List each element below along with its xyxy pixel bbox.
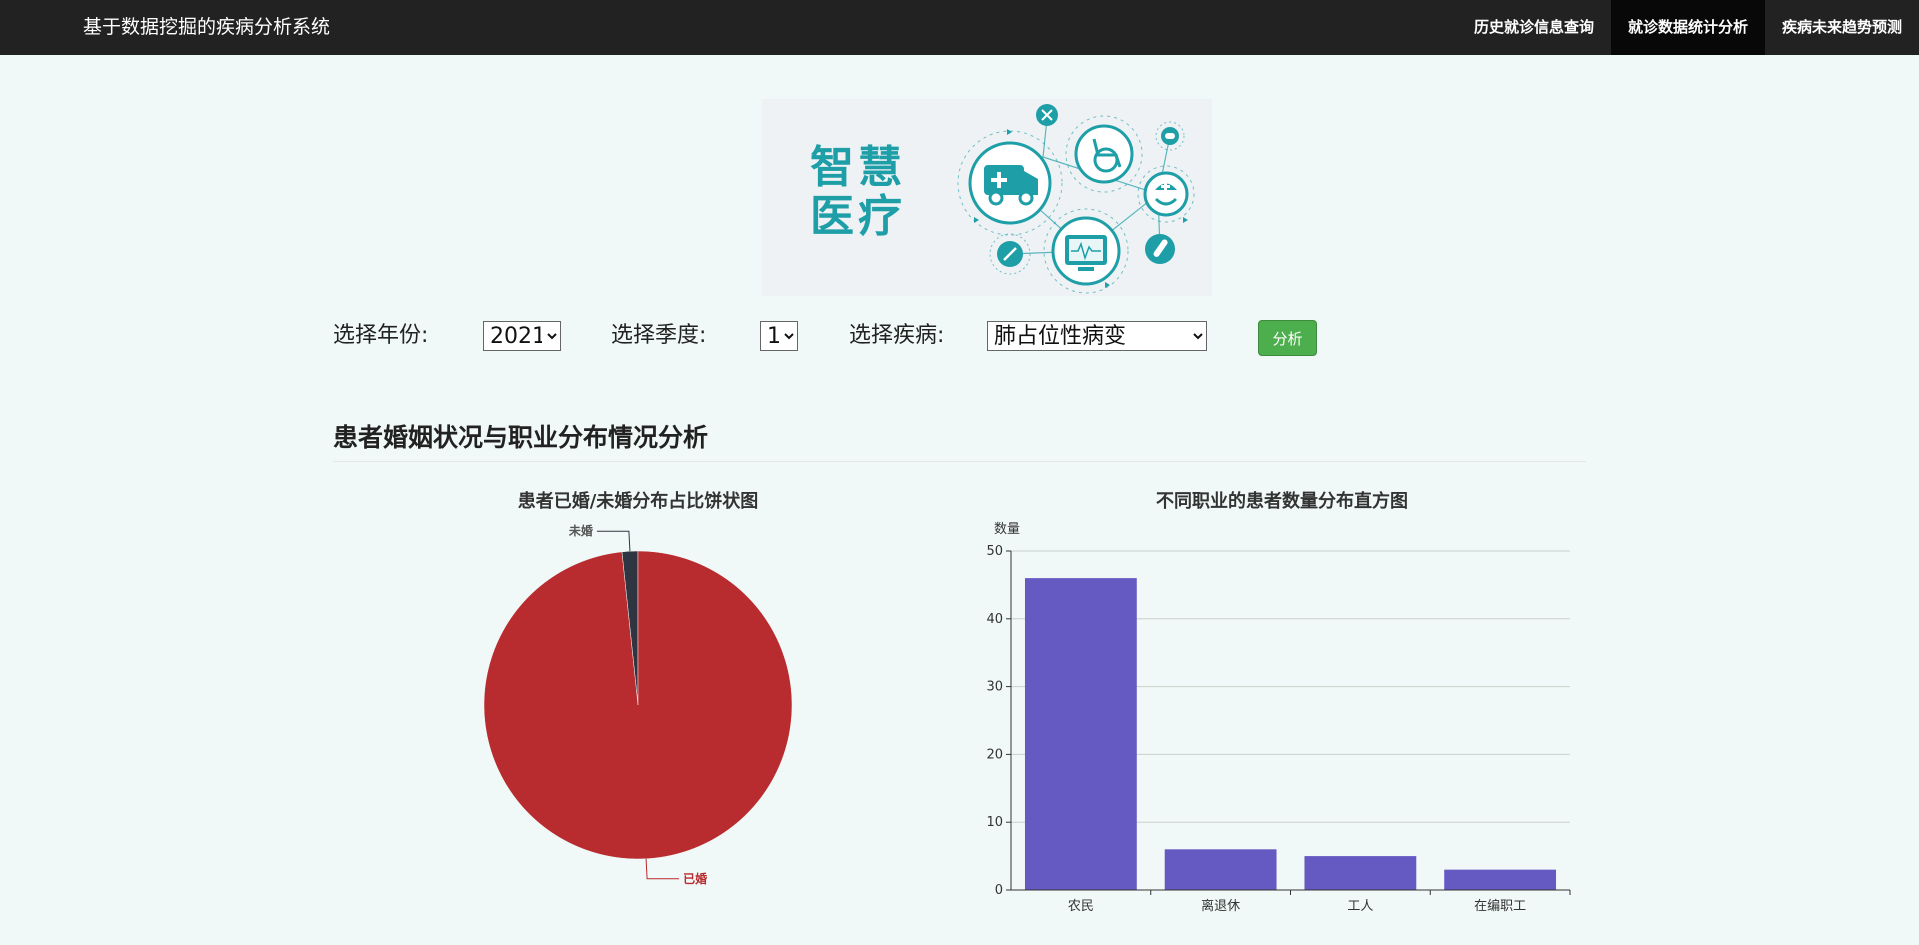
section-divider: [333, 461, 1586, 462]
marital-status-pie-chart: 患者已婚/未婚分布占比饼状图 未婚已婚: [483, 490, 793, 886]
quarter-label: 选择季度:: [611, 323, 707, 348]
section-title: 患者婚姻状况与职业分布情况分析: [333, 423, 709, 452]
pie-leader-line-0: [596, 530, 631, 552]
pie-slice-1[interactable]: [483, 550, 793, 860]
bar-y-tick-label-1: 10: [986, 815, 1003, 830]
nav-statistics-analysis[interactable]: 就诊数据统计分析: [1610, 0, 1765, 55]
bar-3[interactable]: [1444, 869, 1557, 890]
pie-leader-line-1: [645, 858, 680, 880]
bar-2[interactable]: [1304, 856, 1417, 890]
bar-0[interactable]: [1024, 578, 1137, 890]
pie-label-1: 已婚: [683, 871, 707, 886]
nav-history-query[interactable]: 历史就诊信息查询: [1457, 0, 1611, 55]
disease-select[interactable]: 肺占位性病变: [987, 321, 1207, 351]
test-tube-icon: [1145, 234, 1175, 264]
bar-1[interactable]: [1164, 849, 1277, 890]
banner-text-line2: 医疗: [810, 191, 906, 242]
disease-label: 选择疾病:: [849, 323, 945, 348]
bar-y-tick-label-2: 20: [986, 747, 1003, 762]
occupation-bar-chart: 不同职业的患者数量分布直方图 数量 0 10 20 30 40 50 农民 离退休 工人 在编职工: [986, 490, 1571, 914]
app-title[interactable]: 基于数据挖掘的疾病分析系统: [83, 0, 330, 55]
bar-x-tick-label-2: 工人: [1347, 899, 1373, 914]
wheelchair-icon: [1065, 115, 1143, 193]
ambulance-icon: [957, 130, 1063, 236]
pill-icon: [1155, 121, 1185, 151]
bar-y-axis-label: 数量: [994, 522, 1020, 537]
smart-medical-banner: 智慧 医疗: [762, 99, 1212, 296]
bar-y-tick-label-0: 0: [995, 883, 1003, 898]
banner-text-line1: 智慧: [810, 142, 906, 193]
main-nav: 历史就诊信息查询 就诊数据统计分析 疾病未来趋势预测: [1457, 0, 1919, 55]
banner-illustration: 智慧 医疗: [810, 104, 1195, 294]
scissors-icon: [1036, 104, 1058, 126]
year-select[interactable]: 2021: [483, 321, 561, 351]
bar-x-tick-label-3: 在编职工: [1474, 899, 1526, 914]
pie-chart-title: 患者已婚/未婚分布占比饼状图: [518, 490, 759, 512]
filter-bar: 选择年份: 2021 选择季度: 1 选择疾病: 肺占位性病变 分析: [333, 318, 1333, 358]
bar-y-tick-label-3: 30: [986, 680, 1003, 695]
bar-chart-title: 不同职业的患者数量分布直方图: [1156, 490, 1408, 512]
monitor-icon: [1043, 208, 1129, 294]
bar-y-tick-label-5: 50: [986, 544, 1003, 559]
bar-x-tick-label-1: 离退休: [1201, 898, 1240, 914]
nurse-icon: [1137, 165, 1195, 223]
analyze-button[interactable]: 分析: [1258, 320, 1317, 356]
pie-label-0: 未婚: [568, 523, 593, 538]
bar-y-tick-label-4: 40: [986, 612, 1003, 627]
nav-trend-forecast[interactable]: 疾病未来趋势预测: [1765, 0, 1919, 55]
bar-x-tick-label-0: 农民: [1068, 899, 1094, 914]
quarter-select[interactable]: 1: [760, 321, 798, 351]
year-label: 选择年份:: [333, 323, 429, 348]
top-navbar: 基于数据挖掘的疾病分析系统 历史就诊信息查询 就诊数据统计分析 疾病未来趋势预测: [0, 0, 1919, 55]
